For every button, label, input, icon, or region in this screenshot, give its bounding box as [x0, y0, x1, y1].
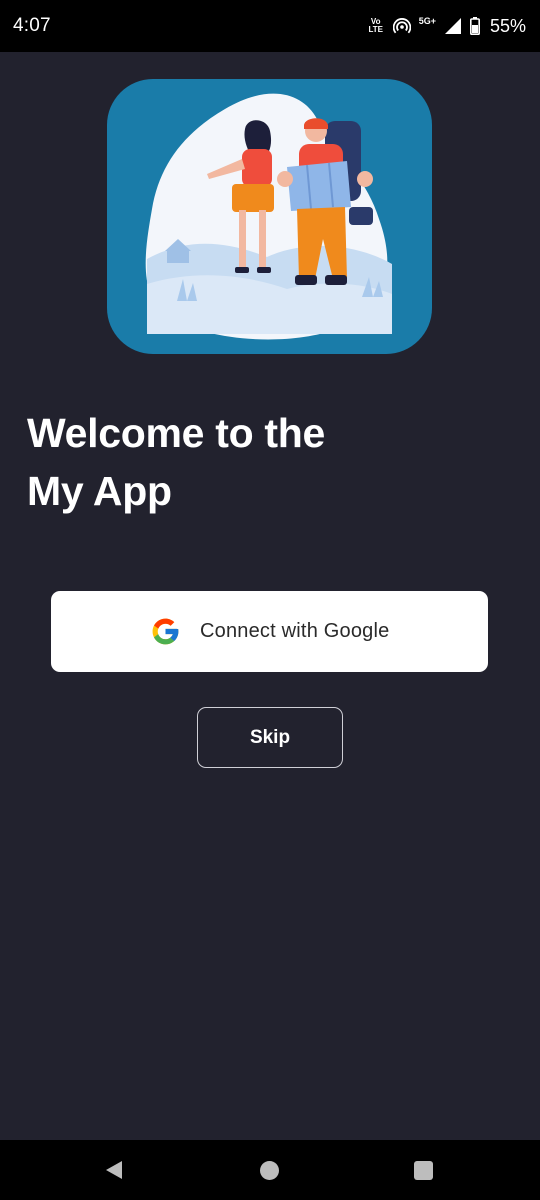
google-logo-icon — [152, 618, 179, 645]
status-icons: Vo LTE 5G+ 55% — [367, 16, 526, 37]
welcome-line-2: My App — [27, 468, 172, 514]
volte-icon: Vo LTE — [367, 18, 385, 34]
connect-google-button[interactable]: Connect with Google — [51, 591, 488, 672]
status-bar: 4:07 Vo LTE 5G+ 55% — [0, 0, 540, 52]
navigation-bar — [0, 1140, 540, 1200]
signal-icon — [444, 18, 461, 34]
battery-percent: 55% — [489, 15, 526, 36]
welcome-heading: Welcome to the My App — [27, 404, 507, 520]
recents-icon[interactable] — [414, 1161, 433, 1180]
hero-illustration — [107, 79, 432, 354]
hotspot-icon — [392, 18, 411, 34]
travelers-illustration — [145, 93, 392, 340]
home-icon[interactable] — [260, 1161, 279, 1180]
battery-icon — [469, 17, 480, 35]
welcome-screen: 4:07 Vo LTE 5G+ 55% Welcome to the My Ap… — [0, 0, 540, 1200]
connect-google-label: Connect with Google — [200, 620, 390, 642]
network-type: 5G+ — [418, 16, 436, 26]
status-time: 4:07 — [13, 15, 51, 36]
skip-button[interactable]: Skip — [197, 707, 343, 768]
welcome-line-1: Welcome to the — [27, 410, 326, 456]
skip-label: Skip — [249, 726, 291, 748]
volte-label-bottom: LTE — [368, 25, 383, 34]
back-icon[interactable] — [104, 1160, 124, 1180]
